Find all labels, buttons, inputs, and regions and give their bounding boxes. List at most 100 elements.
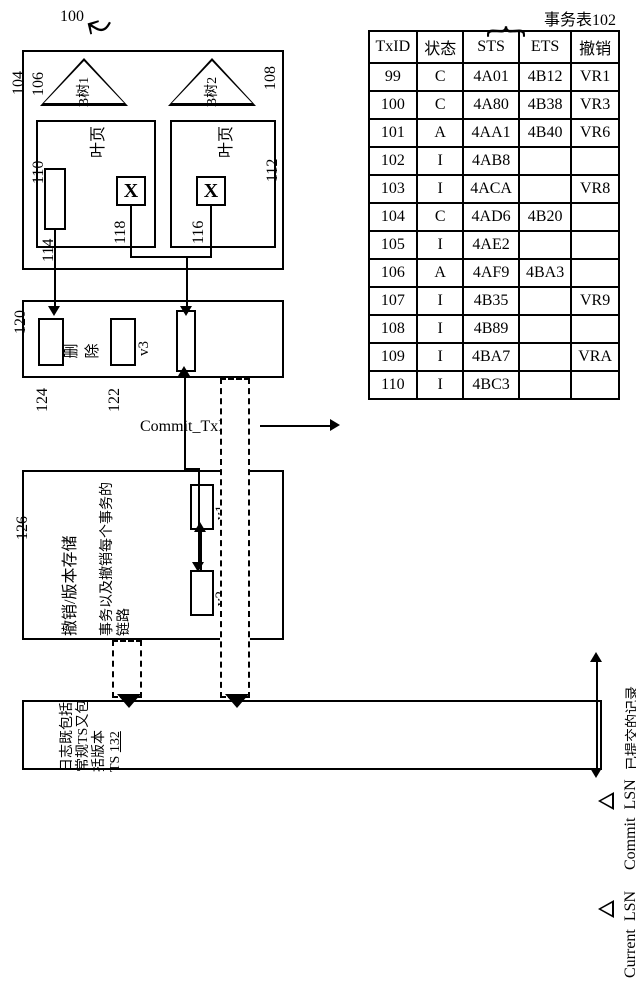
undo-store-title: 撤销/版本存储 <box>56 476 80 636</box>
cell-undo <box>571 231 619 259</box>
ref-106: 106 <box>30 72 48 96</box>
v3-label: v3 <box>136 341 153 356</box>
table-row: 105I4AE2 <box>369 231 619 259</box>
cell-undo <box>571 315 619 343</box>
dashed-arrow-icon <box>220 378 250 698</box>
leaf-page-1-label: 叶页 <box>84 126 108 158</box>
cell-sts: 4AA1 <box>463 119 519 147</box>
cell-state: I <box>417 287 463 315</box>
cell-undo: VR3 <box>571 91 619 119</box>
ref-112: 112 <box>264 159 282 182</box>
cell-txid: 100 <box>369 91 418 119</box>
cell-state: C <box>417 203 463 231</box>
cell-txid: 106 <box>369 259 418 287</box>
table-row: 104C4AD64B20 <box>369 203 619 231</box>
cell-ets <box>519 231 571 259</box>
table-row: 103I4ACA VR8 <box>369 175 619 203</box>
cell-sts: 4B89 <box>463 315 519 343</box>
tall-slot <box>176 310 196 372</box>
cell-state: A <box>417 259 463 287</box>
transaction-table: TxID 状态 STS ETS 撤销 99C4A014B12VR1100C4A8… <box>368 30 620 400</box>
cell-undo: VR1 <box>571 63 619 91</box>
cell-ets: 4BA3 <box>519 259 571 287</box>
leaf-page-2-label: 叶页 <box>212 126 236 158</box>
table-row: 106A4AF94BA3 <box>369 259 619 287</box>
table-row: 109I4BA7 VRA <box>369 343 619 371</box>
rec-114 <box>44 168 66 230</box>
cell-ets <box>519 175 571 203</box>
cell-ets <box>519 287 571 315</box>
cell-sts: 4ACA <box>463 175 519 203</box>
cell-sts: 4B35 <box>463 287 519 315</box>
cell-undo <box>571 259 619 287</box>
ref-116: 116 <box>190 221 208 244</box>
v3-box: v3 <box>110 318 136 366</box>
table-row: 110I4BC3 <box>369 371 619 399</box>
cell-ets: 4B20 <box>519 203 571 231</box>
cell-sts: 4AD6 <box>463 203 519 231</box>
main-ref: 100 <box>60 8 84 26</box>
cell-undo: VR8 <box>571 175 619 203</box>
log-label: 日志既包括常规TS又包括版本TS 132 <box>60 692 124 772</box>
cell-txid: 105 <box>369 231 418 259</box>
cell-ets <box>519 315 571 343</box>
cell-state: C <box>417 63 463 91</box>
cell-state: I <box>417 315 463 343</box>
cell-txid: 99 <box>369 63 418 91</box>
ref-126: 126 <box>14 516 32 540</box>
cell-undo: VR6 <box>571 119 619 147</box>
cell-sts: 4AB8 <box>463 147 519 175</box>
table-row: 102I4AB8 <box>369 147 619 175</box>
committed-records-label: 已提交的记录 <box>622 650 636 770</box>
cell-txid: 102 <box>369 147 418 175</box>
cell-txid: 104 <box>369 203 418 231</box>
brace-icon: ⤶ <box>80 1 119 47</box>
ref-122: 122 <box>106 388 124 412</box>
cell-state: I <box>417 343 463 371</box>
ref-108: 108 <box>262 66 280 90</box>
table-row: 99C4A014B12VR1 <box>369 63 619 91</box>
cell-state: A <box>417 119 463 147</box>
table-row: 100C4A804B38VR3 <box>369 91 619 119</box>
cell-ets <box>519 371 571 399</box>
cell-undo: VRA <box>571 343 619 371</box>
table-row: 101A4AA14B40VR6 <box>369 119 619 147</box>
btree2-label: B树2 <box>201 77 221 107</box>
cell-sts: 4BA7 <box>463 343 519 371</box>
cell-ets <box>519 147 571 175</box>
tx-table-ref: 事务表102 <box>544 6 616 30</box>
current-lsn-label: Current_LSN <box>622 891 636 978</box>
undo-store-caption: 事务以及撤销每个事务的链路 <box>100 476 134 636</box>
v2-box: v2 <box>190 570 214 616</box>
ref-124: 124 <box>34 388 52 412</box>
cell-ets: 4B12 <box>519 63 571 91</box>
cell-txid: 109 <box>369 343 418 371</box>
cell-txid: 108 <box>369 315 418 343</box>
cell-undo <box>571 147 619 175</box>
cell-state: I <box>417 175 463 203</box>
table-row: 108I4B89 <box>369 315 619 343</box>
btree1-label: B树1 <box>73 77 93 107</box>
cell-undo: VR9 <box>571 287 619 315</box>
col-state: 状态 <box>417 31 463 63</box>
cell-txid: 110 <box>369 371 418 399</box>
cell-sts: 4AF9 <box>463 259 519 287</box>
cell-undo <box>571 371 619 399</box>
cell-txid: 107 <box>369 287 418 315</box>
dashed-arrow-icon <box>112 640 142 698</box>
cell-sts: 4BC3 <box>463 371 519 399</box>
cell-state: I <box>417 147 463 175</box>
col-undo: 撤销 <box>571 31 619 63</box>
cell-ets: 4B40 <box>519 119 571 147</box>
col-txid: TxID <box>369 31 418 63</box>
cell-sts: 4A01 <box>463 63 519 91</box>
ref-118: 118 <box>112 221 130 244</box>
ref-120: 120 <box>12 310 30 334</box>
cell-txid: 101 <box>369 119 418 147</box>
cell-txid: 103 <box>369 175 418 203</box>
col-ets: ETS <box>519 31 571 63</box>
cell-state: I <box>417 231 463 259</box>
commit-lsn-label: Commit_LSN <box>622 779 636 870</box>
table-row: 107I4B35 VR9 <box>369 287 619 315</box>
cell-sts: 4A80 <box>463 91 519 119</box>
